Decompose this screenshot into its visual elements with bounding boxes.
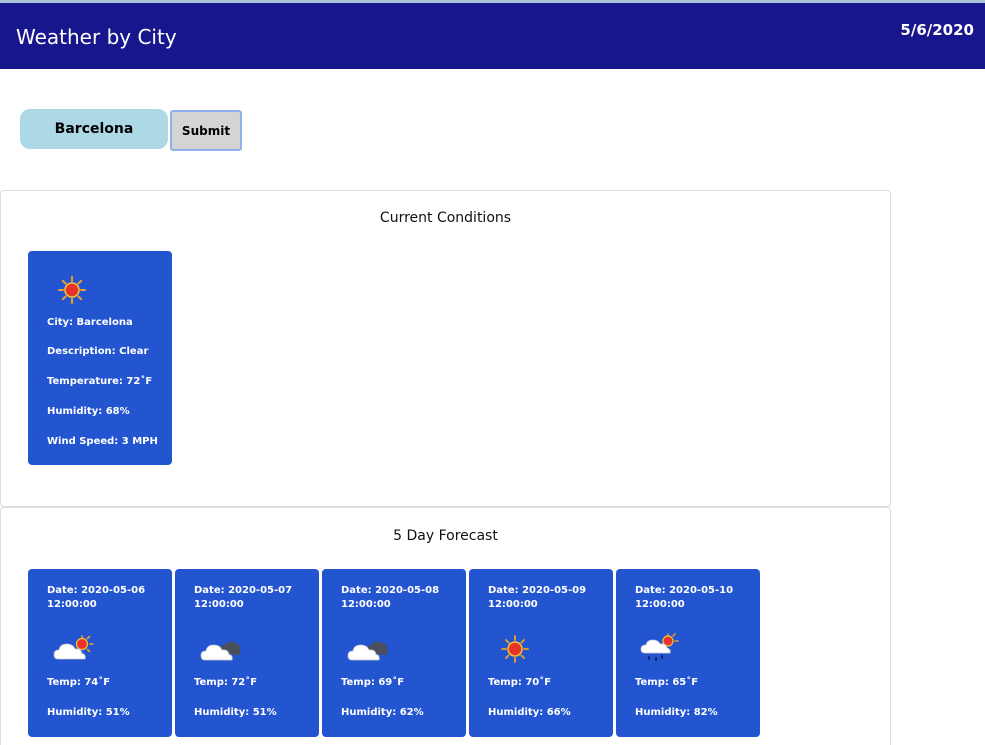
current-temperature: Temperature: 72˚F bbox=[47, 376, 153, 387]
cloudy-icon bbox=[200, 641, 241, 661]
forecast-temp: Temp: 72˚F bbox=[194, 677, 258, 688]
app-header: Weather by City 5/6/2020 bbox=[0, 3, 985, 69]
forecast-date: Date: 2020-05-06 12:00:00 bbox=[47, 585, 146, 610]
forecast-temp: Temp: 70˚F bbox=[488, 677, 552, 688]
forecast-card: Date: 2020-05-06 12:00:00 Temp: 74˚F Hum… bbox=[28, 569, 172, 737]
forecast-humidity: Humidity: 62% bbox=[341, 707, 424, 718]
forecast-temp: Temp: 69˚F bbox=[341, 677, 405, 688]
forecast-card: Date: 2020-05-09 12:00:00 Temp: 70˚F Hum… bbox=[469, 569, 613, 737]
current-conditions-panel: Current Conditions City: Barcelona Descr… bbox=[0, 190, 891, 507]
submit-button[interactable]: Submit bbox=[170, 110, 242, 151]
current-weather-card: City: Barcelona Description: Clear Tempe… bbox=[28, 251, 172, 465]
forecast-panel: 5 Day Forecast Date: 2020-05-06 12:00:00… bbox=[0, 507, 891, 745]
sun-behind-cloud-icon bbox=[53, 635, 94, 660]
app-title: Weather by City bbox=[16, 25, 177, 49]
current-city: City: Barcelona bbox=[47, 317, 133, 328]
city-search-input[interactable] bbox=[20, 109, 168, 149]
sun-rain-cloud-icon bbox=[640, 633, 679, 661]
forecast-temp: Temp: 74˚F bbox=[47, 677, 111, 688]
current-humidity: Humidity: 68% bbox=[47, 406, 130, 417]
forecast-date: Date: 2020-05-10 12:00:00 bbox=[635, 585, 734, 610]
cloudy-icon bbox=[347, 641, 388, 661]
current-wind-speed: Wind Speed: 3 MPH bbox=[47, 436, 158, 447]
forecast-date: Date: 2020-05-07 12:00:00 bbox=[194, 585, 293, 610]
header-date: 5/6/2020 bbox=[900, 21, 974, 39]
sun-icon bbox=[501, 635, 529, 663]
forecast-card: Date: 2020-05-08 12:00:00 Temp: 69˚F Hum… bbox=[322, 569, 466, 737]
forecast-date: Date: 2020-05-09 12:00:00 bbox=[488, 585, 587, 610]
forecast-card: Date: 2020-05-10 12:00:00 Temp: 65˚F Hum… bbox=[616, 569, 760, 737]
current-conditions-title: Current Conditions bbox=[379, 210, 512, 226]
current-description: Description: Clear bbox=[47, 346, 149, 357]
forecast-humidity: Humidity: 66% bbox=[488, 707, 571, 718]
forecast-title: 5 Day Forecast bbox=[393, 528, 498, 544]
forecast-humidity: Humidity: 51% bbox=[47, 707, 130, 718]
forecast-temp: Temp: 65˚F bbox=[635, 677, 699, 688]
forecast-card: Date: 2020-05-07 12:00:00 Temp: 72˚F Hum… bbox=[175, 569, 319, 737]
forecast-humidity: Humidity: 82% bbox=[635, 707, 718, 718]
forecast-humidity: Humidity: 51% bbox=[194, 707, 277, 718]
forecast-date: Date: 2020-05-08 12:00:00 bbox=[341, 585, 440, 610]
sun-icon bbox=[58, 276, 86, 304]
